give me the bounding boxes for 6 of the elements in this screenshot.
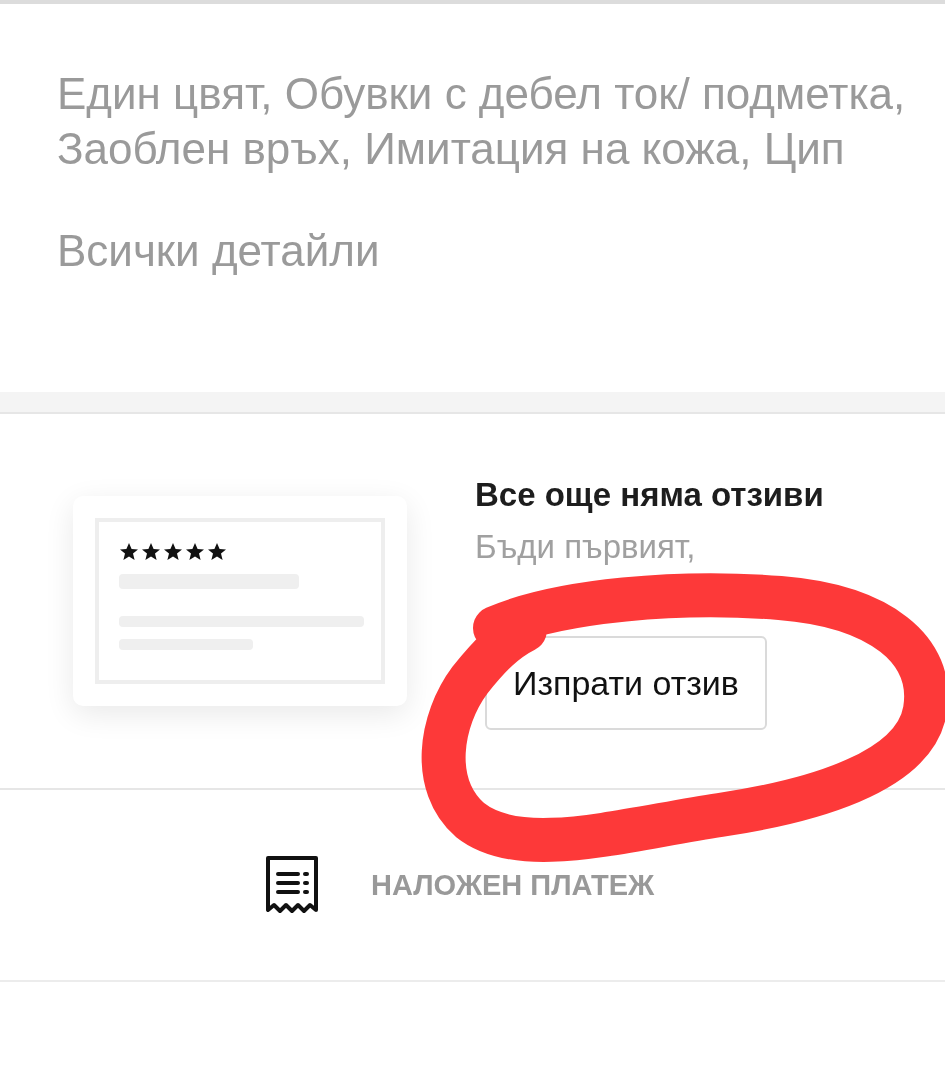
product-description: Един цвят, Обувки с дебел ток/ подметка, Заоблен връх, Имитация на кожа, Цип xyxy=(57,68,907,175)
reviews-title: Все още няма отзиви xyxy=(475,476,824,514)
payment-method-label: НАЛОЖЕН ПЛАТЕЖ xyxy=(371,868,655,902)
reviews-subtitle: Бъди първият, xyxy=(475,528,696,566)
receipt-icon xyxy=(265,855,319,915)
send-review-button[interactable]: Изпрати отзив xyxy=(485,636,767,730)
